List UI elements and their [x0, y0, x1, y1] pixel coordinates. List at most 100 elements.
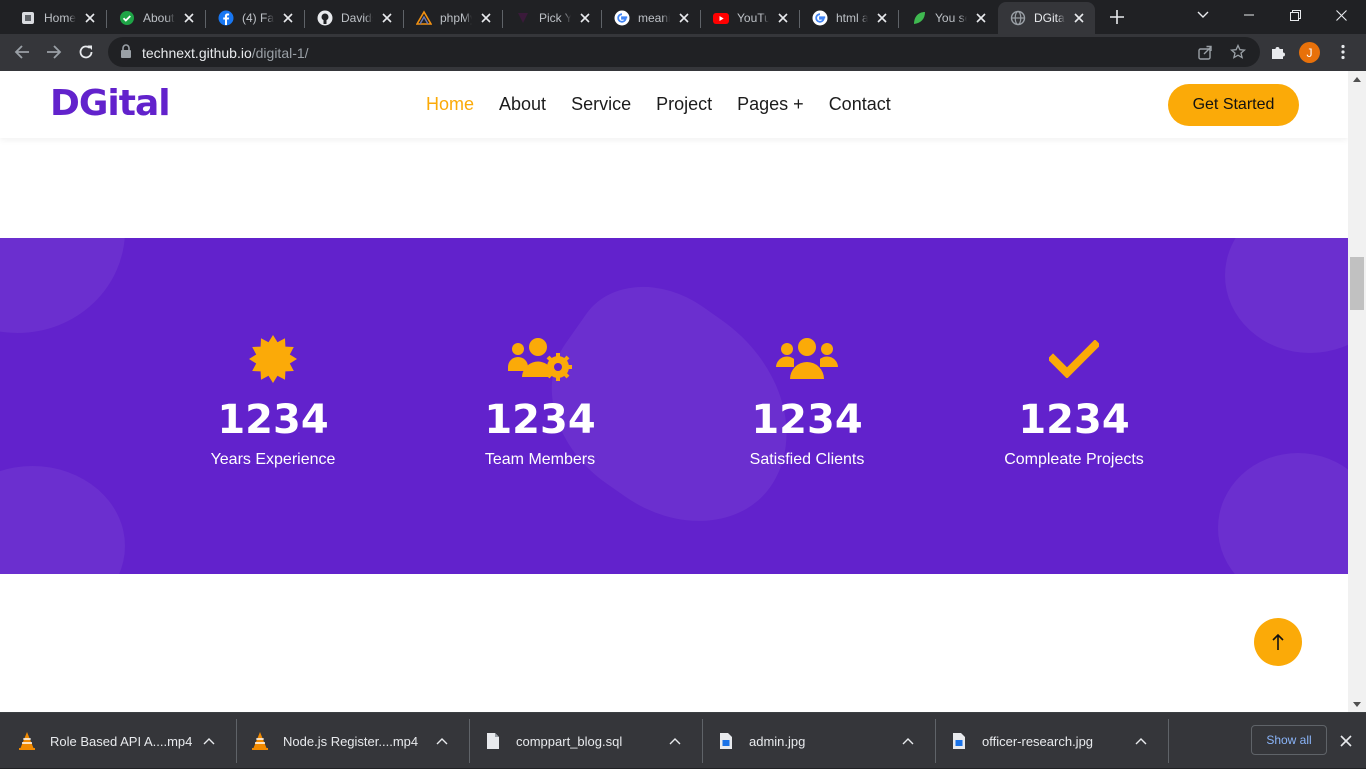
chevron-up-icon[interactable] [199, 731, 219, 751]
tab-google-meaning[interactable]: meaning [602, 2, 700, 34]
back-to-top-button[interactable] [1254, 618, 1302, 666]
download-filename: Node.js Register....mp4 [283, 733, 419, 749]
nav-pages-dropdown[interactable]: Pages + [737, 94, 804, 115]
chevron-up-icon[interactable] [898, 731, 918, 751]
check-circle-icon [119, 10, 135, 26]
tab-title: (4) Facebook [242, 11, 274, 25]
chevron-up-icon[interactable] [665, 731, 685, 751]
tab-github[interactable]: Davidson [305, 2, 403, 34]
scroll-down-arrow[interactable] [1348, 696, 1366, 712]
restore-button[interactable] [1272, 0, 1318, 30]
fact-label: Years Experience [210, 451, 336, 468]
download-item[interactable]: Role Based API A....mp4 [0, 713, 233, 769]
tab-title: Home [44, 11, 76, 25]
tab-title: DGital [1034, 11, 1065, 25]
bookmark-star-icon[interactable] [1229, 43, 1247, 61]
get-started-button[interactable]: Get Started [1168, 84, 1299, 126]
fact-satisfied-clients: 1234 Satisfied Clients [697, 335, 917, 469]
background-shape [0, 466, 125, 574]
nav-contact[interactable]: Contact [829, 94, 891, 115]
arrow-up-icon [1272, 633, 1284, 650]
download-filename: admin.jpg [749, 733, 806, 749]
window-close-button[interactable] [1318, 0, 1364, 30]
download-item[interactable]: Node.js Register....mp4 [233, 713, 466, 769]
vlc-icon [251, 732, 269, 750]
nav-about[interactable]: About [499, 94, 546, 115]
sun-badge-icon [163, 335, 383, 383]
back-button[interactable] [8, 38, 36, 66]
arrow-left-icon [14, 45, 29, 59]
browser-toolbar: technext.github.io/digital-1/ J [0, 34, 1366, 71]
address-bar[interactable]: technext.github.io/digital-1/ [108, 37, 1260, 67]
google-icon [614, 10, 630, 26]
puzzle-icon [1272, 47, 1285, 59]
tab-facebook[interactable]: (4) Facebook [206, 2, 304, 34]
download-filename: Role Based API A....mp4 [50, 733, 193, 749]
tab-about[interactable]: About [107, 2, 205, 34]
chevron-up-icon[interactable] [1131, 731, 1151, 751]
close-icon[interactable] [676, 10, 692, 26]
close-icon[interactable] [973, 10, 989, 26]
download-item[interactable]: officer-research.jpg [932, 713, 1165, 769]
reload-icon [79, 45, 93, 59]
page-scrollbar[interactable] [1348, 71, 1366, 712]
tab-search-button[interactable] [1180, 0, 1226, 30]
facebook-icon [218, 10, 234, 26]
forward-button[interactable] [40, 38, 68, 66]
download-item[interactable]: comppart_blog.sql [466, 713, 699, 769]
download-shelf: Role Based API A....mp4 Node.js Register… [0, 712, 1366, 768]
profile-avatar[interactable]: J [1299, 42, 1320, 63]
tab-title: phpMyAdmin [440, 11, 472, 25]
arrow-right-icon [47, 45, 62, 59]
nav-project[interactable]: Project [656, 94, 712, 115]
youtube-icon [713, 10, 729, 26]
github-icon [317, 10, 333, 26]
share-icon[interactable] [1196, 43, 1214, 61]
tab-you-searched[interactable]: You searched [899, 2, 997, 34]
close-icon[interactable] [82, 10, 98, 26]
background-shape [1225, 238, 1348, 353]
url-host: technext.github.io [142, 45, 252, 61]
browser-menu-button[interactable] [1329, 38, 1357, 66]
close-icon[interactable] [577, 10, 593, 26]
fact-label: Satisfied Clients [749, 451, 865, 468]
close-icon[interactable] [280, 10, 296, 26]
show-all-downloads-button[interactable]: Show all [1251, 725, 1327, 755]
minimize-button[interactable] [1226, 0, 1272, 30]
close-icon[interactable] [379, 10, 395, 26]
scroll-thumb[interactable] [1350, 257, 1364, 310]
nav-home[interactable]: Home [426, 94, 474, 115]
nav-service[interactable]: Service [571, 94, 631, 115]
chevron-up-icon[interactable] [432, 731, 452, 751]
close-icon[interactable] [874, 10, 890, 26]
tab-youtube[interactable]: YouTube [701, 2, 799, 34]
extensions-button[interactable] [1264, 38, 1292, 66]
google-icon [812, 10, 828, 26]
tab-pick-your[interactable]: Pick Your [503, 2, 601, 34]
tab-dgital[interactable]: DGital [998, 2, 1095, 34]
tab-phpmyadmin[interactable]: phpMyAdmin [404, 2, 502, 34]
download-item[interactable]: admin.jpg [699, 713, 932, 769]
tab-home[interactable]: Home [8, 2, 106, 34]
close-icon[interactable] [775, 10, 791, 26]
phpmyadmin-icon [416, 10, 432, 26]
close-download-shelf-button[interactable] [1336, 731, 1356, 751]
tab-title: YouTube [737, 11, 769, 25]
site-navbar: DGital Home About Service Project Pages … [0, 71, 1348, 138]
users-icon [697, 335, 917, 383]
users-gear-icon [430, 335, 650, 383]
tab-google-html[interactable]: html and [800, 2, 898, 34]
close-icon [1335, 9, 1347, 21]
close-icon[interactable] [478, 10, 494, 26]
scroll-up-arrow[interactable] [1348, 71, 1366, 87]
reload-button[interactable] [72, 38, 100, 66]
site-logo[interactable]: DGital [50, 83, 171, 124]
close-icon[interactable] [1071, 10, 1087, 26]
fact-number: 1234 [484, 397, 596, 443]
tab-title: You searched [935, 11, 967, 25]
new-tab-button[interactable] [1106, 6, 1128, 28]
download-filename: comppart_blog.sql [516, 733, 623, 749]
close-icon[interactable] [181, 10, 197, 26]
minimize-icon [1244, 14, 1254, 16]
tab-title: Davidson [341, 11, 373, 25]
